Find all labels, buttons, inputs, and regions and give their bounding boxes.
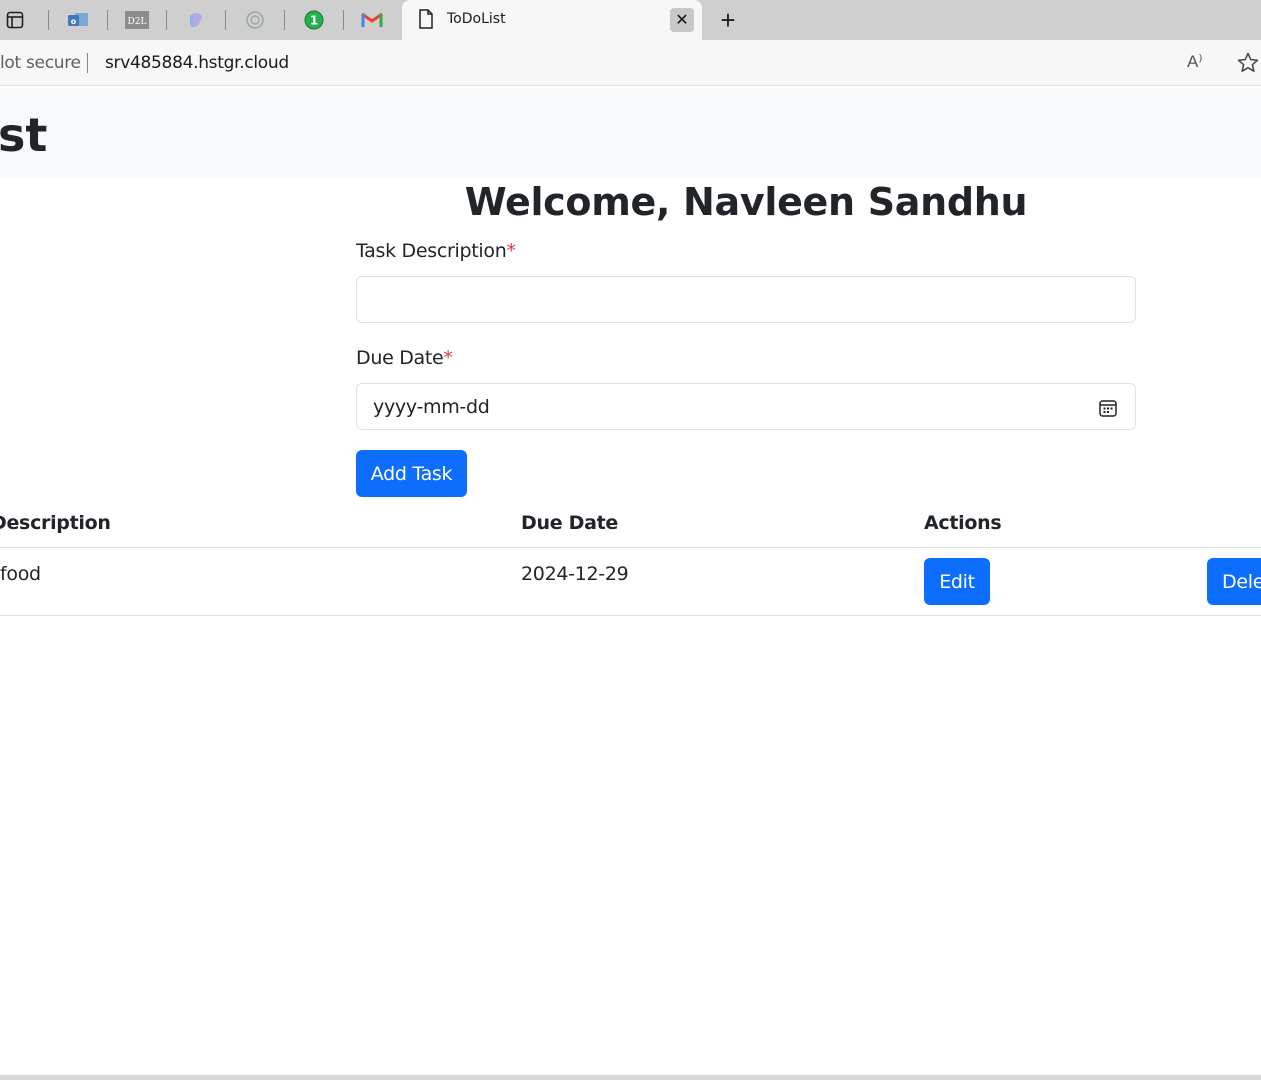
required-marker: * [443, 347, 453, 369]
tab-separator [107, 10, 108, 30]
favorite-star-icon[interactable] [1236, 51, 1260, 80]
address-separator [87, 53, 88, 73]
active-tab[interactable]: ToDoList ✕ [402, 0, 702, 40]
tab-separator [166, 10, 167, 30]
task-description-label: Task Description* [356, 240, 516, 262]
due-date-label: Due Date* [356, 347, 453, 369]
svg-text:o: o [71, 17, 77, 26]
close-icon: ✕ [675, 12, 689, 29]
url-text[interactable]: srv485884.hstgr.cloud [105, 53, 289, 73]
tab-actions-icon[interactable] [3, 8, 27, 32]
column-header-description: Description [0, 512, 111, 534]
outlook-icon[interactable]: o [66, 8, 90, 32]
window-bottom-edge [0, 1075, 1261, 1080]
plus-icon: + [720, 5, 736, 35]
document-icon [417, 9, 435, 34]
add-task-button[interactable]: Add Task [356, 450, 467, 497]
active-tab-title: ToDoList [447, 11, 506, 27]
security-indicator[interactable]: lot secure [0, 53, 81, 73]
app-title: st [0, 108, 48, 162]
browser-tab-strip: o D2L 1 ToDoList ✕ + [0, 0, 1261, 40]
calendar-icon[interactable] [1098, 398, 1118, 423]
read-aloud-icon[interactable]: A⁾ [1187, 52, 1203, 72]
chatgpt-icon[interactable] [243, 8, 267, 32]
gmail-icon[interactable] [360, 8, 384, 32]
due-date-input[interactable]: yyyy-mm-dd [356, 383, 1136, 430]
svg-text:1: 1 [310, 14, 318, 28]
copilot-icon[interactable] [184, 8, 208, 32]
new-tab-button[interactable]: + [714, 6, 742, 34]
app-header: st [0, 88, 1261, 178]
d2l-icon[interactable]: D2L [125, 8, 149, 32]
due-date-placeholder: yyyy-mm-dd [373, 396, 490, 418]
required-marker: * [506, 240, 516, 262]
svg-text:D2L: D2L [128, 17, 147, 27]
tab-separator [225, 10, 226, 30]
task-description-cell: food [0, 563, 41, 585]
tab-separator [284, 10, 285, 30]
one-password-icon[interactable]: 1 [302, 8, 326, 32]
edit-button[interactable]: Edit [924, 558, 990, 605]
table-header-divider [0, 547, 1261, 548]
delete-button[interactable]: Dele [1207, 558, 1261, 605]
tab-separator [343, 10, 344, 30]
tab-separator [48, 10, 49, 30]
table-row-divider [0, 615, 1261, 616]
task-description-input[interactable] [356, 276, 1136, 323]
close-tab-button[interactable]: ✕ [670, 8, 694, 32]
welcome-heading: Welcome, Navleen Sandhu [464, 180, 1028, 224]
address-bar: lot secure srv485884.hstgr.cloud A⁾ [0, 40, 1261, 86]
column-header-due-date: Due Date [521, 512, 618, 534]
column-header-actions: Actions [924, 512, 1002, 534]
due-date-cell: 2024-12-29 [521, 563, 629, 585]
